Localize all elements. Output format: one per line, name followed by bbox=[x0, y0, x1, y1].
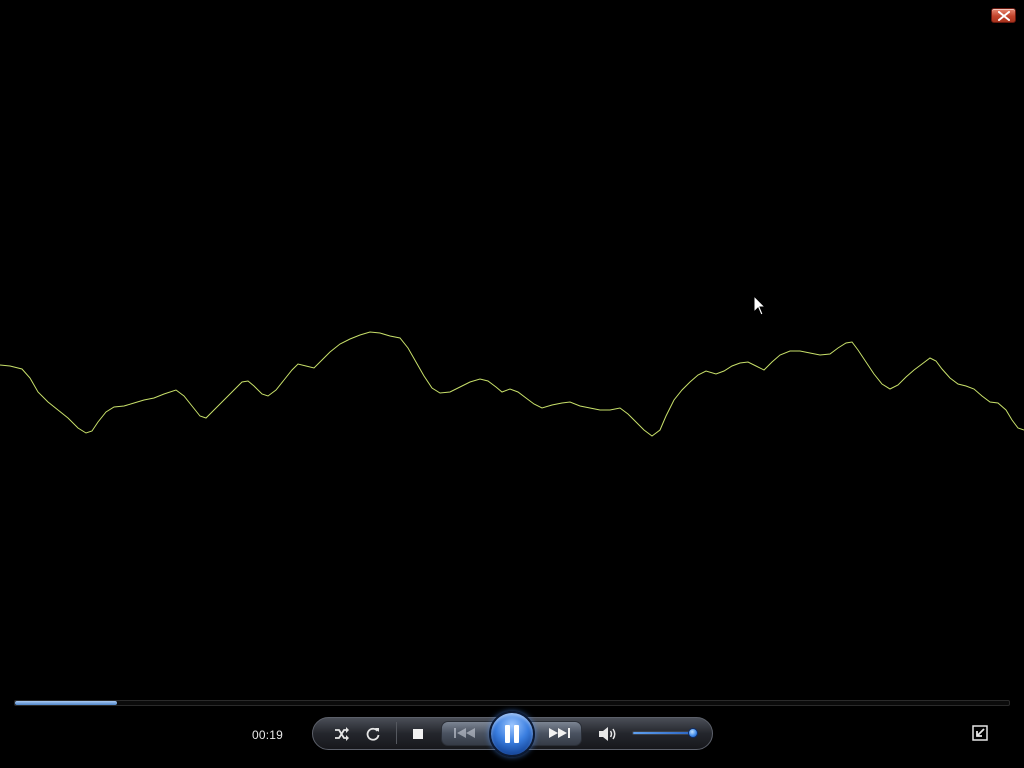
waveform-line bbox=[0, 331, 1024, 437]
control-divider bbox=[396, 722, 397, 744]
repeat-icon bbox=[366, 727, 380, 741]
volume-slider-thumb[interactable] bbox=[688, 728, 698, 738]
stop-icon bbox=[413, 729, 423, 739]
mouse-pointer-icon bbox=[753, 295, 767, 316]
close-icon bbox=[998, 11, 1010, 21]
volume-slider[interactable] bbox=[632, 731, 696, 735]
mute-button[interactable] bbox=[597, 724, 619, 744]
waveform-visualizer bbox=[0, 331, 1024, 437]
seek-progress bbox=[15, 701, 118, 705]
seek-bar[interactable] bbox=[14, 700, 1010, 706]
shuffle-button[interactable] bbox=[331, 724, 353, 744]
stop-button[interactable] bbox=[409, 725, 427, 743]
play-pause-button[interactable] bbox=[489, 711, 535, 757]
speaker-icon bbox=[599, 727, 616, 741]
shuffle-icon bbox=[335, 727, 349, 741]
repeat-button[interactable] bbox=[362, 724, 384, 744]
next-button[interactable] bbox=[541, 723, 577, 743]
switch-to-library-icon bbox=[972, 725, 988, 741]
volume-level bbox=[633, 732, 692, 734]
previous-button[interactable] bbox=[446, 723, 486, 743]
elapsed-time: 00:19 bbox=[252, 728, 284, 742]
skip-next-icon bbox=[549, 728, 570, 738]
switch-to-library-button[interactable] bbox=[970, 724, 990, 742]
skip-previous-icon bbox=[454, 728, 475, 738]
close-button[interactable] bbox=[991, 8, 1016, 23]
